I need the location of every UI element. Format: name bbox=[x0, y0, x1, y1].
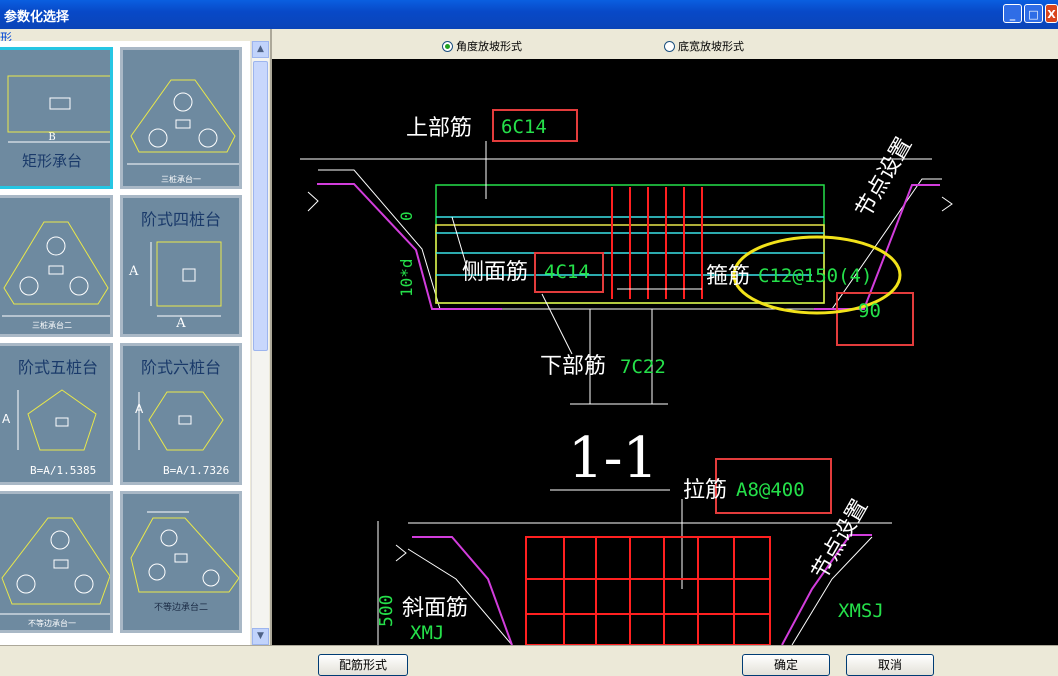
template-gallery: B 矩形承台 三桩承台一 三桩承台二 阶式四桩台 A A 阶式五桩台 A B=A… bbox=[0, 41, 250, 645]
side-bar-label: 侧面筋 bbox=[462, 260, 528, 285]
template-label: 三桩承台二 bbox=[32, 321, 72, 330]
radio-width-slope[interactable]: 底宽放坡形式 bbox=[664, 38, 744, 54]
tie-label: 拉筋 bbox=[683, 478, 727, 503]
ok-button[interactable]: 确定 bbox=[742, 654, 830, 676]
maximize-button[interactable]: □ bbox=[1024, 4, 1043, 23]
slope-bar-label: 斜面筋 bbox=[402, 596, 468, 621]
template-label: 阶式四桩台 bbox=[140, 210, 221, 229]
angle-value: 90 bbox=[858, 300, 881, 322]
dim-label: B bbox=[48, 132, 56, 143]
rebar-stirrups bbox=[611, 187, 703, 299]
radio-unselected-icon[interactable] bbox=[664, 41, 675, 52]
tie-value: A8@400 bbox=[736, 479, 805, 501]
cancel-button[interactable]: 取消 bbox=[846, 654, 934, 676]
template-label: 不等边承台一 bbox=[28, 619, 76, 628]
template-card-four-pile[interactable]: 阶式四桩台 A A bbox=[120, 195, 242, 337]
radio-angle-slope[interactable]: 角度放坡形式 bbox=[442, 38, 522, 54]
formula-label: B=A/1.5385 bbox=[30, 464, 97, 477]
dim-label: A bbox=[2, 412, 11, 426]
three-pile-diagram bbox=[127, 79, 239, 165]
dim-zero: 0 bbox=[397, 211, 416, 221]
slope-option-bar: 角度放坡形式 底宽放坡形式 bbox=[272, 29, 1058, 59]
unequal-pile-diagram bbox=[0, 517, 110, 615]
cad-preview: 上部筋 6C14 侧面筋 4C14 箍筋 C12@150(4) 下部筋 7C22… bbox=[272, 59, 1058, 646]
formula-label: B=A/1.7326 bbox=[163, 464, 230, 477]
template-card-rect[interactable]: B 矩形承台 bbox=[0, 47, 113, 189]
rebar-form-button[interactable]: 配筋形式 bbox=[318, 654, 408, 676]
side-bar-value: 4C14 bbox=[544, 261, 590, 283]
lower-rebar-grid bbox=[525, 536, 771, 646]
minimize-button[interactable]: _ bbox=[1003, 4, 1022, 23]
top-bar-value: 6C14 bbox=[501, 116, 547, 138]
leader-lines bbox=[451, 141, 702, 355]
scroll-thumb[interactable] bbox=[253, 61, 268, 351]
template-card-unequal-1[interactable]: 不等边承台一 bbox=[0, 491, 113, 633]
template-label: 阶式五桩台 bbox=[17, 358, 98, 377]
template-label: 矩形承台 bbox=[21, 152, 82, 170]
scroll-down-icon[interactable]: ▼ bbox=[252, 628, 269, 645]
bottom-bar-value: 7C22 bbox=[620, 356, 666, 378]
radio-selected-icon[interactable] bbox=[442, 41, 453, 52]
template-card-three-pile-1[interactable]: 三桩承台一 bbox=[120, 47, 242, 189]
three-pile-diagram bbox=[2, 221, 110, 317]
dim-label: A bbox=[129, 264, 139, 279]
scroll-up-icon[interactable]: ▲ bbox=[252, 41, 269, 58]
title-bar: 参数化选择 _ □ X bbox=[0, 0, 1058, 29]
top-bar-label: 上部筋 bbox=[406, 116, 472, 141]
cad-drawing: 上部筋 6C14 侧面筋 4C14 箍筋 C12@150(4) 下部筋 7C22… bbox=[300, 109, 953, 646]
slope-bar-value: XMJ bbox=[410, 622, 444, 644]
dim-500: 500 bbox=[376, 594, 397, 627]
dim-label: A bbox=[176, 316, 186, 331]
vertical-scrollbar[interactable]: ▲ ▼ bbox=[251, 41, 269, 645]
template-card-unequal-2[interactable]: 不等边承台二 bbox=[120, 491, 242, 633]
stirrup-label: 箍筋 bbox=[706, 264, 750, 289]
node-label: 节点设置 bbox=[852, 133, 918, 222]
right-slope-value: XMSJ bbox=[838, 600, 884, 622]
bottom-bar-label: 下部筋 bbox=[540, 354, 606, 379]
template-card-six-pile[interactable]: 阶式六桩台 A B=A/1.7326 bbox=[120, 343, 242, 485]
template-card-three-pile-2[interactable]: 三桩承台二 bbox=[0, 195, 113, 337]
window-title: 参数化选择 bbox=[4, 10, 70, 25]
template-card-five-pile[interactable]: 阶式五桩台 A B=A/1.5385 bbox=[0, 343, 113, 485]
dim-label: A bbox=[135, 402, 144, 416]
template-panel: 形 B 矩形承台 三桩承台一 三桩承台二 阶式四桩台 A A 阶式五桩台 A B… bbox=[0, 29, 272, 645]
close-button[interactable]: X bbox=[1045, 4, 1058, 23]
section-label: 1-1 bbox=[568, 426, 658, 491]
template-label: 阶式六桩台 bbox=[140, 358, 221, 377]
template-label: 三桩承台一 bbox=[161, 175, 201, 184]
button-bar: 配筋形式 确定 取消 bbox=[0, 645, 1058, 676]
template-label: 不等边承台二 bbox=[153, 603, 208, 613]
dim-anchor: 10*d bbox=[397, 258, 416, 297]
stirrup-value: C12@150(4) bbox=[758, 265, 872, 287]
